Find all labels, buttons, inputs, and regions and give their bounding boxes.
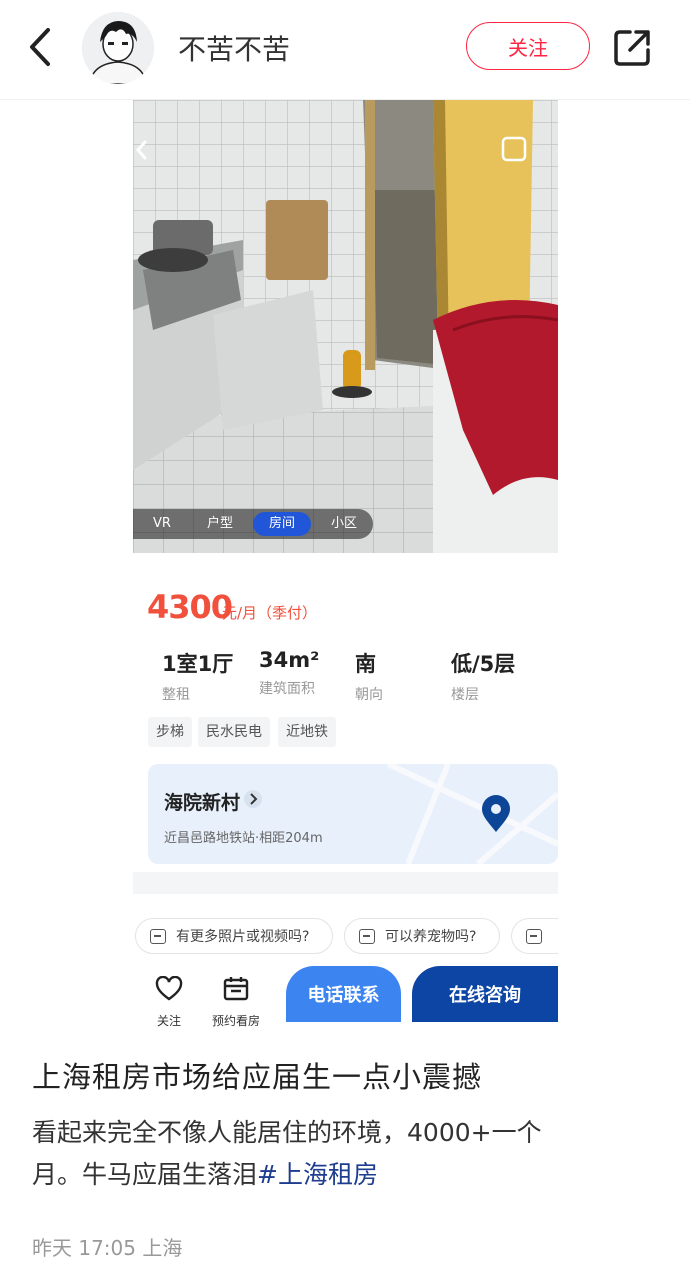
spec-label: 整租: [162, 687, 190, 703]
tab-vr[interactable]: VR: [133, 512, 191, 536]
spec-label: 建筑面积: [259, 681, 315, 697]
spec-label: 朝向: [355, 687, 383, 703]
share-icon[interactable]: [612, 26, 654, 68]
community-name: 海院新村: [164, 792, 241, 814]
location-pin-icon: [478, 794, 514, 834]
author-name[interactable]: 不苦不苦: [178, 28, 290, 68]
post-body-text: 月。牛马应届生落泪: [32, 1160, 258, 1189]
spec-value: 1室1厅: [162, 652, 234, 676]
quick-question-more[interactable]: [511, 918, 558, 954]
tab-floorplan[interactable]: 户型: [191, 512, 249, 536]
room-photo[interactable]: VR 户型 房间 小区: [133, 100, 558, 553]
online-chat-button[interactable]: 在线咨询: [412, 966, 558, 1022]
question-label: 有更多照片或视频吗?: [176, 929, 310, 945]
action-label: 关注: [156, 1014, 181, 1028]
heart-icon: [155, 976, 183, 1001]
calendar-icon: [223, 977, 249, 1001]
quick-question-more-photos[interactable]: 有更多照片或视频吗?: [135, 918, 333, 954]
chevron-right-icon: [244, 790, 262, 808]
post-body-line2: 月。牛马应届生落泪#上海租房: [32, 1154, 662, 1196]
back-chevron-icon[interactable]: [22, 22, 62, 72]
subway-distance: 近昌邑路地铁站·相距204m: [164, 831, 323, 846]
hashtag-link[interactable]: #上海租房: [257, 1160, 378, 1189]
photo-mode-tabs: VR 户型 房间 小区: [133, 509, 373, 539]
action-label: 预约看房: [211, 1014, 260, 1028]
quick-question-pets[interactable]: 可以养宠物吗?: [344, 918, 500, 954]
spec-value: 34m²: [259, 648, 320, 672]
author-avatar[interactable]: [82, 12, 154, 84]
spec-value: 南: [355, 652, 376, 676]
follow-listing-action[interactable]: 关注: [139, 976, 199, 1029]
spec-area: 34m² 建筑面积: [259, 648, 319, 698]
community-map-card[interactable]: 海院新村 近昌邑路地铁站·相距204m: [148, 764, 558, 864]
tab-community[interactable]: 小区: [315, 512, 373, 536]
spec-floor: 低/5层 楼层: [451, 648, 515, 704]
feature-tag: 步梯: [148, 717, 192, 747]
follow-button[interactable]: 关注: [466, 22, 590, 70]
post-body-line: 看起来完全不像人能居住的环境，4000+一个: [32, 1118, 542, 1147]
spec-label: 楼层: [451, 687, 479, 703]
spec-orientation: 南 朝向: [355, 648, 383, 704]
rent-price: 4300: [147, 588, 233, 626]
tab-room[interactable]: 房间: [253, 512, 311, 536]
section-divider: [133, 872, 558, 894]
question-label: 可以养宠物吗?: [385, 929, 477, 945]
rent-price-unit: 元/月（季付）: [222, 604, 318, 622]
feature-tag: 近地铁: [278, 717, 336, 747]
feature-tag: 民水民电: [198, 717, 270, 747]
post-body: 看起来完全不像人能居住的环境，4000+一个 月。牛马应届生落泪#上海租房: [32, 1112, 662, 1196]
chat-bubble-icon: [526, 929, 542, 944]
spec-value: 低/5层: [451, 652, 516, 676]
chat-bubble-icon: [150, 929, 166, 944]
post-timestamp-location: 昨天 17:05 上海: [32, 1236, 183, 1260]
room-photo-illustration: [133, 100, 558, 553]
post-title: 上海租房市场给应届生一点小震撼: [32, 1060, 483, 1094]
spec-layout: 1室1厅 整租: [162, 648, 233, 704]
call-button[interactable]: 电话联系: [286, 966, 401, 1022]
schedule-viewing-action[interactable]: 预约看房: [206, 976, 266, 1029]
chat-bubble-icon: [359, 929, 375, 944]
note-header: 不苦不苦 关注: [0, 0, 690, 100]
